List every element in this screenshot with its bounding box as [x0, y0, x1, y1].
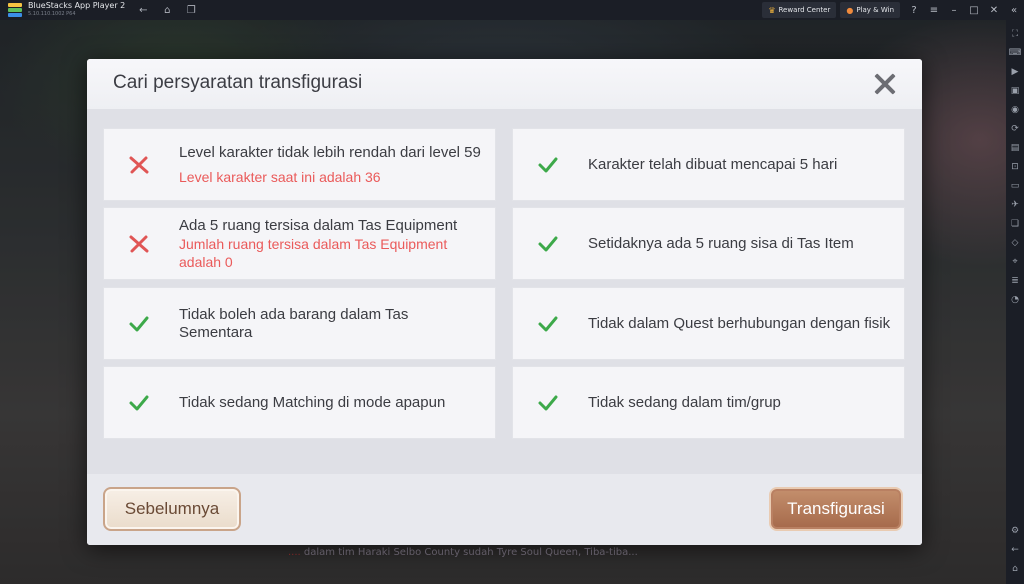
play-win-label: Play & Win	[856, 6, 894, 14]
background-chat-message: dalam tim Haraki Selbo County sudah Tyre…	[303, 547, 638, 558]
background-chat-name: ....	[288, 547, 301, 558]
requirement-item: Karakter telah dibuat mencapai 5 hari	[512, 128, 905, 201]
transfigure-button[interactable]: Transfigurasi	[769, 487, 903, 531]
check-icon	[538, 157, 558, 173]
requirement-item: Tidak boleh ada barang dalam Tas Sementa…	[103, 287, 496, 360]
coin-icon: ●	[846, 5, 854, 15]
maximize-icon[interactable]: □	[964, 5, 984, 16]
requirement-text: Tidak dalam Quest berhubungan dengan fis…	[588, 315, 892, 333]
app-version: 5.10.110.1002 P64	[28, 11, 76, 17]
requirement-label: Tidak dalam Quest berhubungan dengan fis…	[588, 314, 891, 332]
sidebar-back-icon[interactable]: ←	[1006, 540, 1024, 559]
requirement-item: Tidak sedang Matching di mode apapun	[103, 366, 496, 439]
requirement-note: Level karakter saat ini adalah 36	[179, 168, 381, 185]
check-icon	[538, 316, 558, 332]
transfiguration-requirements-dialog: Cari persyaratan transfigurasi Level kar…	[87, 59, 922, 545]
airplane-icon[interactable]: ✈	[1006, 195, 1024, 214]
screenshot-icon[interactable]: ⊡	[1006, 157, 1024, 176]
tabs-icon[interactable]: ❐	[185, 5, 197, 16]
requirement-text: Tidak boleh ada barang dalam Tas Sementa…	[179, 306, 483, 342]
help-icon[interactable]: ?	[904, 5, 924, 16]
play-win-button[interactable]: ● Play & Win	[840, 2, 900, 18]
camera-icon[interactable]: ▣	[1006, 81, 1024, 100]
dialog-header: Cari persyaratan transfigurasi	[87, 59, 922, 109]
requirement-label: Tidak sedang Matching di mode apapun	[179, 393, 446, 411]
eco-mode-icon[interactable]: ◇	[1006, 233, 1024, 252]
requirement-text: Karakter telah dibuat mencapai 5 hari	[588, 156, 892, 174]
settings-icon[interactable]: ⚙	[1006, 521, 1024, 540]
requirement-item: Tidak sedang dalam tim/grup	[512, 366, 905, 439]
check-icon	[129, 316, 149, 332]
app-title-block: BlueStacks App Player 2 5.10.110.1002 P6…	[28, 1, 125, 19]
requirement-text: Level karakter tidak lebih rendah dari l…	[179, 144, 483, 186]
requirement-label: Tidak boleh ada barang dalam Tas Sementa…	[179, 305, 409, 341]
requirement-text: Tidak sedang dalam tim/grup	[588, 394, 892, 412]
sync-icon[interactable]: ◔	[1006, 290, 1024, 309]
app-name: BlueStacks App Player 2	[28, 1, 126, 10]
keyboard-icon[interactable]: ⌨	[1006, 43, 1024, 62]
check-icon	[538, 236, 558, 252]
requirement-item: Setidaknya ada 5 ruang sisa di Tas Item	[512, 207, 905, 280]
sidebar-home-icon[interactable]: ⌂	[1006, 559, 1024, 578]
folder-icon[interactable]: ▭	[1006, 176, 1024, 195]
close-dialog-button[interactable]	[873, 72, 897, 96]
reward-center-button[interactable]: ♛ Reward Center	[762, 2, 837, 18]
reward-center-label: Reward Center	[778, 6, 831, 14]
requirement-label: Ada 5 ruang tersisa dalam Tas Equipment	[179, 216, 458, 234]
multi-instance-icon[interactable]: ❏	[1006, 214, 1024, 233]
requirement-text: Ada 5 ruang tersisa dalam Tas Equipment …	[179, 217, 483, 271]
collapse-sidebar-icon[interactable]: «	[1004, 5, 1024, 16]
record-icon[interactable]: ◉	[1006, 100, 1024, 119]
home-icon[interactable]: ⌂	[161, 5, 173, 16]
back-icon[interactable]: ←	[137, 5, 149, 16]
crown-icon: ♛	[768, 5, 776, 15]
requirement-item: Ada 5 ruang tersisa dalam Tas Equipment …	[103, 207, 496, 280]
emulator-sidebar: ⛶ ⌨ ▶ ▣ ◉ ⟳ ▤ ⊡ ▭ ✈ ❏ ◇ ⌖ ≣ ◔ ⚙ ← ⌂	[1006, 20, 1024, 584]
layers-icon[interactable]: ≣	[1006, 271, 1024, 290]
check-icon	[538, 395, 558, 411]
emulator-titlebar: BlueStacks App Player 2 5.10.110.1002 P6…	[0, 0, 1024, 20]
background-chat-text: .... dalam tim Haraki Selbo County sudah…	[288, 547, 638, 558]
close-window-icon[interactable]: ✕	[984, 5, 1004, 16]
requirement-note: Jumlah ruang tersisa dalam Tas Equipment…	[179, 235, 448, 270]
requirement-text: Setidaknya ada 5 ruang sisa di Tas Item	[588, 235, 892, 253]
menu-icon[interactable]: ≡	[924, 5, 944, 16]
media-icon[interactable]: ▶	[1006, 62, 1024, 81]
requirement-label: Setidaknya ada 5 ruang sisa di Tas Item	[588, 234, 854, 252]
requirement-text: Tidak sedang Matching di mode apapun	[179, 394, 483, 412]
cross-icon	[129, 156, 149, 174]
previous-button[interactable]: Sebelumnya	[103, 487, 241, 531]
requirement-label: Tidak sedang dalam tim/grup	[588, 393, 781, 411]
apk-icon[interactable]: ▤	[1006, 138, 1024, 157]
requirement-label: Level karakter tidak lebih rendah dari l…	[179, 143, 481, 161]
bluestacks-logo-icon	[8, 3, 22, 17]
requirement-item: Tidak dalam Quest berhubungan dengan fis…	[512, 287, 905, 360]
minimize-icon[interactable]: –	[944, 5, 964, 16]
requirement-item: Level karakter tidak lebih rendah dari l…	[103, 128, 496, 201]
cross-icon	[129, 235, 149, 253]
requirement-label: Karakter telah dibuat mencapai 5 hari	[588, 155, 838, 173]
requirements-grid: Level karakter tidak lebih rendah dari l…	[87, 109, 922, 474]
fullscreen-icon[interactable]: ⛶	[1006, 24, 1024, 43]
dialog-footer: Sebelumnya Transfigurasi	[87, 474, 922, 545]
macro-icon[interactable]: ⟳	[1006, 119, 1024, 138]
dialog-title: Cari persyaratan transfigurasi	[113, 72, 363, 93]
location-icon[interactable]: ⌖	[1006, 252, 1024, 271]
check-icon	[129, 395, 149, 411]
